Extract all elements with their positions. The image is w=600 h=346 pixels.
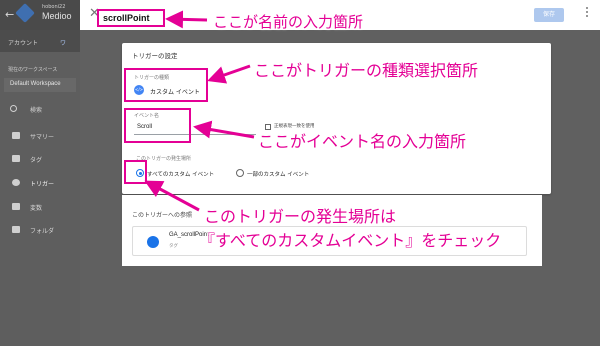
annotation-event-note: ここがイベント名の入力箇所 (258, 132, 467, 151)
arrow-to-event (193, 120, 255, 139)
annotation-fire-note-line2: 『すべてのカスタムイベント』をチェック (199, 231, 502, 250)
annotation-name-note: ここが名前の入力箇所 (213, 13, 364, 31)
arrow-to-name (165, 10, 208, 29)
arrow-to-type (207, 64, 251, 84)
annotation-arrows (144, 10, 255, 212)
arrow-to-radio (144, 180, 200, 212)
annotation-type-note: ここがトリガーの種類選択箇所 (254, 61, 479, 80)
annotation-fire-note-line1: このトリガーの発生場所は (204, 207, 397, 226)
